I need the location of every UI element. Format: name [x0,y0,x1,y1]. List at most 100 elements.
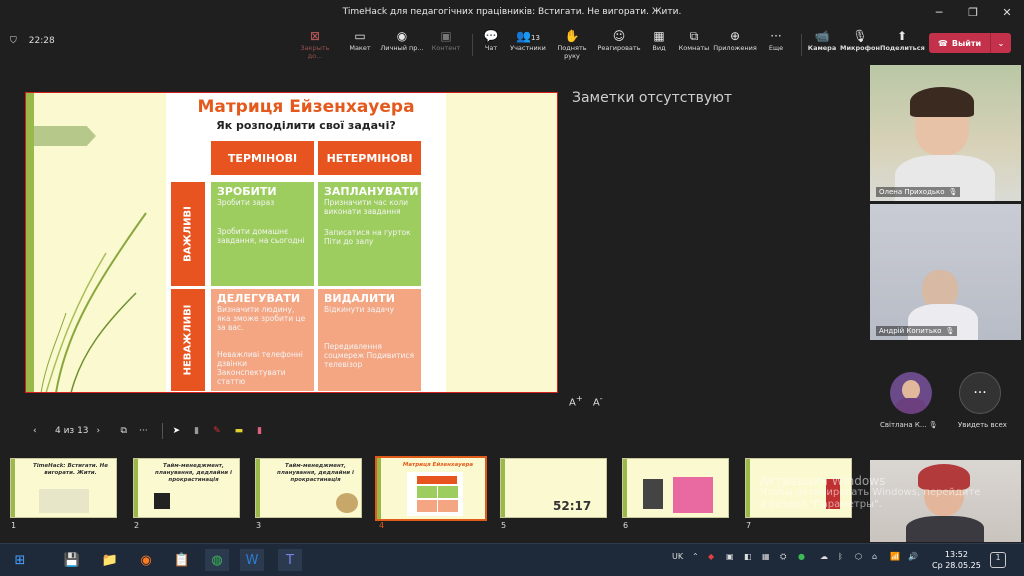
tray-icon[interactable]: ● [798,552,805,561]
slide-thumbnails: TimeHack: Встигати. Не вигорати. Жити. Т… [0,455,870,535]
apps-button[interactable]: ⊕ Приложения [713,28,757,52]
row-important: ВАЖЛИВІ [171,182,205,286]
wifi-icon[interactable]: 📶 [890,552,900,561]
bluetooth-icon[interactable]: ᛒ [838,552,843,561]
notification-badge[interactable]: 1 [990,552,1006,568]
minimize-icon[interactable]: ─ [922,0,956,24]
grass-decoration [40,212,147,392]
notepad-icon[interactable]: 📋 [170,549,194,571]
presenter-body [906,516,984,542]
teams-icon[interactable]: T [278,549,302,571]
chevron-down-icon[interactable]: ⌄ [991,39,1011,48]
share-button[interactable]: ⬆ Поделиться [880,28,925,52]
close-icon[interactable]: ✕ [990,0,1024,24]
content-icon: ▣ [440,29,452,43]
eraser-pink-icon[interactable]: ▮ [257,426,262,436]
video-tile[interactable]: Андрій Копитько 🎙 [870,204,1021,340]
avatar[interactable] [890,372,932,414]
quadrant-do: ЗРОБИТИ Зробити зараз Зробити домашнє за… [211,182,314,286]
participants-icon: 👥13 [516,29,540,43]
chevron-left-icon[interactable]: ‹ [33,426,47,436]
raise-hand-icon: ✋ [564,29,580,43]
thumbnail-number: 4 [379,521,385,530]
slide-thumbnail[interactable] [745,458,852,518]
slide-thumbnail[interactable]: TimeHack: Встигати. Не вигорати. Жити. [10,458,117,518]
content-button[interactable]: ▣ Контент [424,28,468,52]
raise-hand-button[interactable]: ✋ Поднять руку [550,28,594,60]
mic-off-icon: 🎙 [928,421,938,429]
slide-thumbnail[interactable]: 52:17 [500,458,607,518]
video-tile[interactable]: Олена Приходько 🎙 [870,65,1021,201]
thumbnail-number: 5 [501,521,507,530]
slide-thumbnail[interactable]: Тайм-менеджмент, планування, дедлайни і … [255,458,362,518]
slide-title: Матриця Ейзенхауера [197,97,415,117]
more-icon[interactable]: ··· [139,426,148,436]
mic-icon: 🎙 [852,29,868,43]
presenter-video[interactable] [870,460,1021,542]
shield-icon: ⛉ [10,36,17,46]
slide-thumbnail[interactable]: Тайм-менеджмент, планування, дедлайни і … [133,458,240,518]
more-button[interactable]: ··· Еще [754,28,798,52]
grid-view-icon[interactable]: ⧉ [121,426,127,436]
meeting-toolbar: ⛉ 22:28 ⊠ Закрыть до... ▭ Макет ◉ Личный пр… [0,24,1024,64]
font-decrease-button[interactable]: A- [593,393,603,408]
chrome-icon[interactable]: ◍ [205,549,229,571]
keyboard-language[interactable]: UK [672,552,683,561]
presenter-hair [918,464,970,490]
windows-taskbar: ⊞ 💾 📁 ◉ 📋 ◍ W T UK ⌃ ◆ ▣ ◧ ▦ ⛭ ● ☁ ᛒ ⬡ ⌂… [0,543,1024,576]
eraser-icon[interactable]: ▮ [194,426,199,436]
private-view-button[interactable]: ◉ Личный пр... [380,28,424,52]
mic-off-icon: 🎙 [948,188,958,196]
react-icon: ☺ [612,29,626,43]
meeting-duration: 22:28 [28,36,55,46]
folder-icon[interactable]: 📁 [98,549,122,571]
windows-start-icon[interactable]: ⊞ [8,549,32,571]
more-icon: ··· [770,29,782,43]
slide-subtitle: Як розподілити свої задачі? [216,119,396,132]
slide-navigation: ‹ 4 из 13 › ⧉ ··· ➤ ▮ ✎ ▬ ▮ [33,423,262,439]
maximize-icon[interactable]: ❐ [956,0,990,24]
tray-icon[interactable]: ▣ [726,552,734,561]
network-icon[interactable]: ⌂ [872,552,877,561]
word-icon[interactable]: W [240,549,264,571]
red-pen-icon[interactable]: ✎ [213,426,221,436]
window-titlebar: TimeHack для педагогічних працівників: В… [0,0,1024,24]
mic-button[interactable]: 🎙 Микрофон [838,28,882,52]
phone-icon: ☎ [937,38,948,48]
divider [161,423,163,439]
highlighter-icon[interactable]: ▬ [235,426,244,436]
row-not-important: НЕВАЖЛИВІ [171,289,205,391]
mic-off-icon: 🎙 [945,327,955,335]
layout-button[interactable]: ▭ Макет [338,28,382,52]
layout-icon: ▭ [354,29,366,43]
tray-icon[interactable]: ⛭ [780,552,786,562]
slide-thumbnail[interactable] [622,458,729,518]
volume-icon[interactable]: 🔊 [908,552,918,561]
private-view-icon: ◉ [396,29,408,43]
antivirus-icon[interactable]: ◆ [708,552,714,561]
see-all-button[interactable]: ··· [959,372,1001,414]
save-icon[interactable]: 💾 [60,549,84,571]
rooms-button[interactable]: ⧉ Комнаты [672,28,716,52]
tray-icon[interactable]: ◧ [744,552,752,561]
onedrive-icon[interactable]: ☁ [820,552,828,561]
system-clock[interactable]: 13:52 Ср 28.05.25 [932,549,981,571]
window-title: TimeHack для педагогічних працівників: В… [342,7,682,17]
chevron-right-icon[interactable]: › [97,426,111,436]
pointer-icon[interactable]: ➤ [173,426,181,436]
thumbnail-number: 7 [746,521,752,530]
share-icon: ⬆ [896,29,908,43]
participants-button[interactable]: 👥13 Участники [506,28,550,52]
react-button[interactable]: ☺ Реагировать [597,28,641,52]
rooms-icon: ⧉ [689,29,699,43]
chevron-up-icon[interactable]: ⌃ [692,552,699,561]
stop-sharing-button[interactable]: ⊠ Закрыть до... [293,28,337,60]
firefox-icon[interactable]: ◉ [134,549,158,571]
font-increase-button[interactable]: A+ [569,393,583,408]
participant-hair [910,87,974,117]
tray-icon[interactable]: ⬡ [855,552,862,561]
tray-icon[interactable]: ▦ [762,552,770,561]
slide-thumbnail-selected[interactable]: Матриця Ейзенхауера [375,456,487,521]
leave-button[interactable]: ☎ Выйти ⌄ [929,33,1011,53]
close-share-icon: ⊠ [309,29,321,43]
